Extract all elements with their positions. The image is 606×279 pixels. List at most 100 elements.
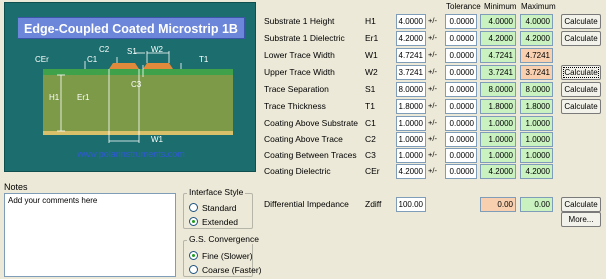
param-label: Trace Separation xyxy=(264,84,329,94)
minimum-field: 4.2000 xyxy=(480,31,516,46)
value-input[interactable]: 4.7241 xyxy=(396,48,426,63)
value-input[interactable]: 1.8000 xyxy=(396,99,426,114)
standard-label: Standard xyxy=(202,203,237,213)
plus-minus: +/- xyxy=(428,50,437,59)
plus-minus: +/- xyxy=(428,166,437,175)
minimum-field: 8.0000 xyxy=(480,82,516,97)
value-input[interactable]: 1.0000 xyxy=(396,132,426,147)
tolerance-input[interactable]: 0.0000 xyxy=(445,164,477,179)
diagram-url: www.polarinstruments.com xyxy=(77,149,185,159)
tolerance-input[interactable]: 0.0000 xyxy=(445,31,477,46)
param-symbol: T1 xyxy=(365,101,375,111)
minimum-field: 3.7241 xyxy=(480,65,516,80)
plus-minus: +/- xyxy=(428,150,437,159)
maximum-field: 4.2000 xyxy=(520,31,553,46)
param-symbol: C3 xyxy=(365,150,376,160)
value-input[interactable]: 4.2000 xyxy=(396,31,426,46)
plus-minus: +/- xyxy=(428,16,437,25)
header-minimum: Minimum xyxy=(484,2,517,11)
label-w2: W2 xyxy=(151,45,163,54)
notes-textarea[interactable]: Add your comments here xyxy=(4,193,176,277)
interface-style-title: Interface Style xyxy=(187,187,246,197)
maximum-field: 8.0000 xyxy=(520,82,553,97)
plus-minus: +/- xyxy=(428,67,437,76)
calculate-er1-button[interactable]: Calculate xyxy=(561,31,601,46)
maximum-field: 1.0000 xyxy=(520,132,553,147)
label-t1: T1 xyxy=(199,55,209,64)
label-er1: Er1 xyxy=(77,93,90,102)
trace-left-shape xyxy=(109,63,139,69)
coarse-label: Coarse (Faster) xyxy=(202,265,262,275)
calculate-h1-button[interactable]: Calculate xyxy=(561,14,601,29)
param-label: Coating Between Traces xyxy=(264,150,357,160)
param-label: Coating Above Trace xyxy=(264,134,343,144)
tolerance-input[interactable]: 0.0000 xyxy=(445,65,477,80)
maximum-field: 4.2000 xyxy=(520,164,553,179)
header-tolerance: Tolerance xyxy=(446,2,481,11)
minimum-field: 4.0000 xyxy=(480,14,516,29)
tolerance-input[interactable]: 0.0000 xyxy=(445,132,477,147)
notes-label: Notes xyxy=(4,182,28,192)
minimum-field: 1.0000 xyxy=(480,148,516,163)
plus-minus: +/- xyxy=(428,84,437,93)
impedance-symbol: Zdiff xyxy=(365,199,382,209)
label-s1: S1 xyxy=(127,47,137,56)
calculate-s1-button[interactable]: Calculate xyxy=(561,82,601,97)
standard-radio[interactable] xyxy=(189,203,198,212)
tolerance-input[interactable]: 0.0000 xyxy=(445,148,477,163)
tolerance-input[interactable]: 0.0000 xyxy=(445,82,477,97)
maximum-field: 4.0000 xyxy=(520,14,553,29)
value-input[interactable]: 4.0000 xyxy=(396,14,426,29)
header-maximum: Maximum xyxy=(521,2,556,11)
label-cer: CEr xyxy=(35,55,49,64)
structure-diagram: Edge-Coupled Coated Microstrip 1B CEr C1… xyxy=(4,2,256,172)
param-symbol: CEr xyxy=(365,166,380,176)
maximum-field: 1.0000 xyxy=(520,148,553,163)
maximum-field: 1.8000 xyxy=(520,99,553,114)
calculate-w2-button[interactable]: Calculate xyxy=(561,65,601,80)
plus-minus: +/- xyxy=(428,33,437,42)
plus-minus: +/- xyxy=(428,134,437,143)
value-input[interactable]: 8.0000 xyxy=(396,82,426,97)
value-input[interactable]: 1.0000 xyxy=(396,148,426,163)
coarse-radio[interactable] xyxy=(189,265,198,274)
minimum-field: 1.0000 xyxy=(480,132,516,147)
param-symbol: H1 xyxy=(365,16,376,26)
param-label: Lower Trace Width xyxy=(264,50,335,60)
impedance-label: Differential Impedance xyxy=(264,199,349,209)
param-symbol: C1 xyxy=(365,118,376,128)
tolerance-input[interactable]: 0.0000 xyxy=(445,99,477,114)
label-h1: H1 xyxy=(49,93,60,102)
extended-radio[interactable] xyxy=(189,217,198,226)
param-symbol: W1 xyxy=(365,50,378,60)
value-input[interactable]: 4.2000 xyxy=(396,164,426,179)
impedance-minimum-field: 0.00 xyxy=(480,197,516,212)
value-input[interactable]: 3.7241 xyxy=(396,65,426,80)
label-c2: C2 xyxy=(99,45,110,54)
param-symbol: S1 xyxy=(365,84,376,94)
plus-minus: +/- xyxy=(428,101,437,110)
impedance-value-input[interactable]: 100.00 xyxy=(396,197,426,212)
plus-minus: +/- xyxy=(428,118,437,127)
trace-right-shape xyxy=(143,63,173,69)
tolerance-input[interactable]: 0.0000 xyxy=(445,116,477,131)
value-input[interactable]: 1.0000 xyxy=(396,116,426,131)
param-label: Substrate 1 Dielectric xyxy=(264,33,345,43)
param-symbol: W2 xyxy=(365,67,378,77)
fine-radio[interactable] xyxy=(189,251,198,260)
tolerance-input[interactable]: 0.0000 xyxy=(445,48,477,63)
tolerance-input[interactable]: 0.0000 xyxy=(445,14,477,29)
calculate-impedance-button[interactable]: Calculate xyxy=(561,197,601,212)
minimum-field: 4.7241 xyxy=(480,48,516,63)
label-w1: W1 xyxy=(151,135,163,144)
calculate-t1-button[interactable]: Calculate xyxy=(561,99,601,114)
param-label: Upper Trace Width xyxy=(264,67,335,77)
param-symbol: C2 xyxy=(365,134,376,144)
convergence-title: G.S. Convergence xyxy=(187,234,261,244)
minimum-field: 4.2000 xyxy=(480,164,516,179)
coating-shape xyxy=(43,69,233,75)
ground-shape xyxy=(43,131,233,135)
more-button[interactable]: More... xyxy=(561,212,601,227)
param-label: Coating Dielectric xyxy=(264,166,331,176)
minimum-field: 1.8000 xyxy=(480,99,516,114)
